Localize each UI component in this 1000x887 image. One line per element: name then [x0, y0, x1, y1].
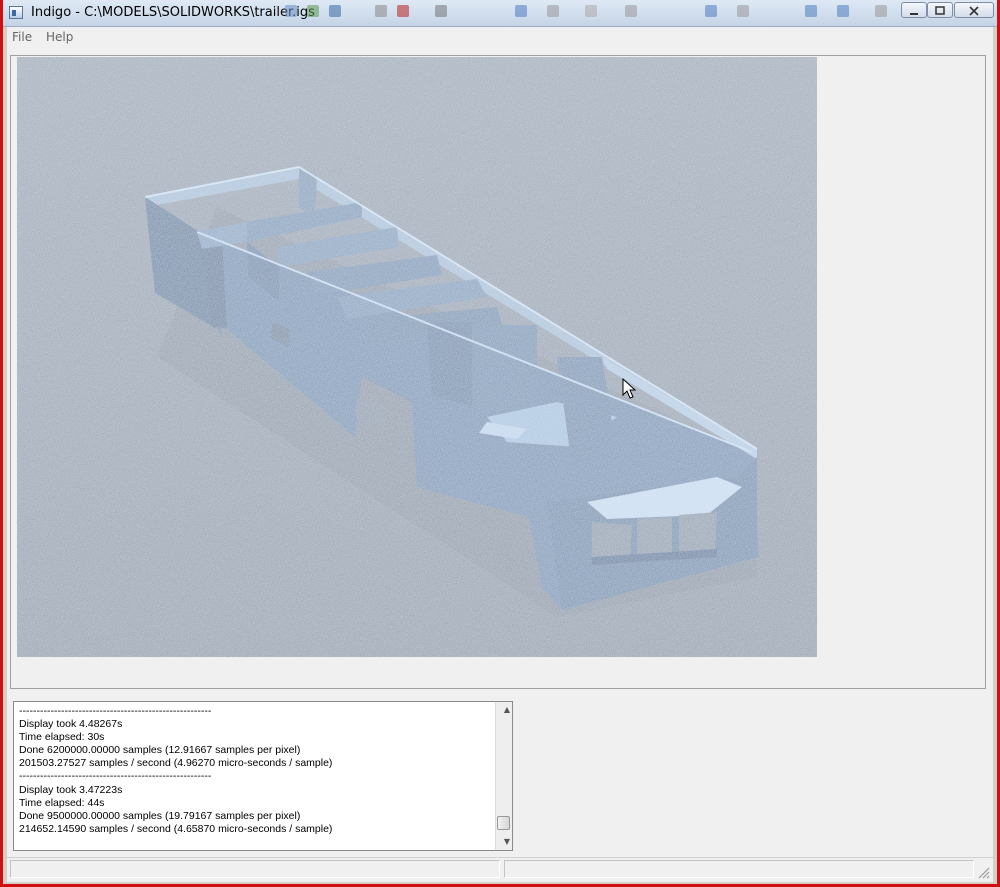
minimize-icon: [910, 13, 918, 15]
scroll-down-arrow-icon[interactable]: ▼: [504, 837, 510, 846]
resize-grip-icon[interactable]: [976, 865, 990, 879]
render-log[interactable]: ----------------------------------------…: [13, 701, 513, 851]
render-image[interactable]: [17, 57, 817, 657]
menu-help[interactable]: Help: [46, 30, 73, 44]
maximize-button[interactable]: [927, 2, 953, 18]
menu-bar: File Help: [7, 27, 993, 48]
scroll-thumb[interactable]: [497, 816, 510, 830]
indigo-app-icon[interactable]: [9, 6, 23, 19]
background-toolbar-strip: [285, 2, 895, 20]
status-bar: [7, 857, 993, 881]
trailer-model-render: [17, 57, 817, 657]
log-scrollbar[interactable]: ▲ ▼: [495, 702, 512, 850]
close-icon: [969, 6, 979, 16]
minimize-button[interactable]: [901, 2, 927, 18]
log-text: ----------------------------------------…: [19, 705, 333, 835]
maximize-icon: [935, 6, 945, 15]
title-bar[interactable]: Indigo - C:\MODELS\SOLIDWORKS\trailer.ig…: [3, 0, 997, 27]
close-button[interactable]: [954, 2, 994, 18]
window-title: Indigo - C:\MODELS\SOLIDWORKS\trailer.ig…: [31, 5, 315, 20]
mouse-pointer-icon: [622, 378, 636, 399]
window-frame-left: [0, 0, 3, 887]
scroll-up-arrow-icon[interactable]: ▲: [504, 705, 510, 714]
status-pane-left: [10, 860, 500, 878]
menu-file[interactable]: File: [12, 30, 32, 44]
status-pane-right: [504, 860, 974, 878]
